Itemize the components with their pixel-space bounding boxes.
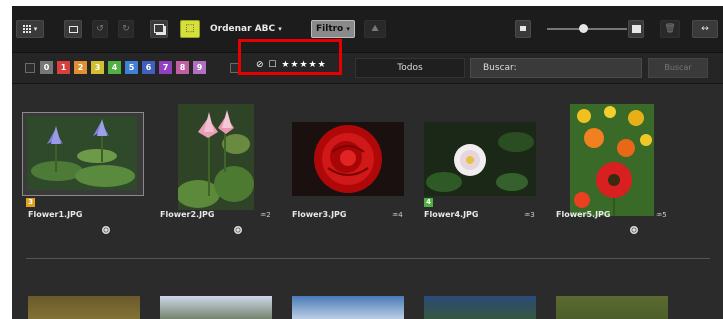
label-badge: 3 xyxy=(26,198,35,207)
thumbnail-cell-3[interactable]: Flower3.JPG ♒4 xyxy=(286,102,414,262)
rating-filter-checkbox[interactable] xyxy=(230,63,240,73)
file-name: Flower3.JPG xyxy=(292,210,347,219)
rose-image xyxy=(292,122,404,196)
label-filter-1[interactable]: 1 xyxy=(57,61,70,74)
rotate-left-icon: ↺ xyxy=(96,24,104,34)
label-filter-3[interactable]: 3 xyxy=(91,61,104,74)
chevron-down-icon: ▾ xyxy=(278,25,282,33)
waterlily-image xyxy=(27,116,137,190)
select-button[interactable]: ⬚ xyxy=(180,20,200,38)
compare-button[interactable] xyxy=(150,20,168,38)
file-name: Flower5.JPG xyxy=(556,210,611,219)
sort-menu[interactable]: Ordenar ABC ▾ xyxy=(210,20,282,38)
white-rose-image xyxy=(424,122,536,196)
search-button[interactable]: Buscar xyxy=(648,58,708,78)
rating-filter[interactable]: ⊘ ☐ ★★★★★ xyxy=(256,60,327,74)
filter-button[interactable]: Filtro ▾ xyxy=(311,20,355,38)
label-filter-9[interactable]: 9 xyxy=(193,61,206,74)
photo-flower5 xyxy=(570,104,654,216)
upload-icon: ⛰ xyxy=(371,24,379,34)
label-filter-8[interactable]: 8 xyxy=(176,61,189,74)
large-thumbnail-button[interactable] xyxy=(628,20,644,38)
file-name: Flower4.JPG xyxy=(424,210,479,219)
photo-flower2 xyxy=(178,104,254,210)
thumbnail-partial-3[interactable] xyxy=(292,296,404,319)
delete-button[interactable]: 🗑 xyxy=(660,20,680,38)
compare-icon xyxy=(154,24,164,33)
app-window: ▾ ↺ ↻ ⬚ Ordenar ABC ▾ Filtro ▾ ⛰ 🗑 ↔ 0 1… xyxy=(12,6,723,319)
main-toolbar: ▾ ↺ ↻ ⬚ Ordenar ABC ▾ Filtro ▾ ⛰ 🗑 ↔ xyxy=(12,6,723,53)
thumbnail-partial-4[interactable] xyxy=(424,296,536,319)
label-filter-2[interactable]: 2 xyxy=(74,61,87,74)
rating-stars: ⊘ ☐ ★★★★★ xyxy=(256,60,327,70)
processing-icon xyxy=(630,226,638,234)
upload-button[interactable]: ⛰ xyxy=(364,20,386,38)
rotate-right-button[interactable]: ↻ xyxy=(118,20,134,38)
rotate-right-icon: ↻ xyxy=(122,24,130,34)
trash-icon: 🗑 xyxy=(664,24,676,34)
sort-label: Ordenar ABC xyxy=(210,24,276,34)
search-input[interactable]: Buscar: xyxy=(470,58,642,78)
poppies-image xyxy=(570,104,654,216)
small-thumb-icon xyxy=(520,26,526,31)
photo-flower4 xyxy=(424,122,536,196)
slider-knob[interactable] xyxy=(579,24,588,33)
label-filter-checkbox[interactable] xyxy=(25,63,35,73)
select-icon: ⬚ xyxy=(185,23,195,34)
file-name: Flower1.JPG xyxy=(28,210,83,219)
rotate-left-button[interactable]: ↺ xyxy=(92,20,108,38)
photo-number: ♒3 xyxy=(524,211,535,219)
photo-flower1 xyxy=(27,116,137,190)
swap-icon: ↔ xyxy=(701,24,709,34)
label-filter-5[interactable]: 5 xyxy=(125,61,138,74)
lotus-image xyxy=(178,104,254,210)
thumbnail-partial-1[interactable] xyxy=(28,296,140,319)
row-divider xyxy=(26,258,710,259)
swap-button[interactable]: ↔ xyxy=(692,20,718,38)
filter-label: Filtro xyxy=(316,24,344,34)
large-thumb-icon xyxy=(631,25,641,33)
thumbnail-partial-5[interactable] xyxy=(556,296,668,319)
thumbnail-cell-2[interactable]: Flower2.JPG ♒2 xyxy=(154,102,282,262)
label-filter-0[interactable]: 0 xyxy=(40,61,53,74)
dropdown-arrow-icon: ▾ xyxy=(33,25,38,33)
label-filter-6[interactable]: 6 xyxy=(142,61,155,74)
label-filter-7[interactable]: 7 xyxy=(159,61,172,74)
rating-all-button[interactable]: Todos xyxy=(355,58,465,78)
label-filter-4[interactable]: 4 xyxy=(108,61,121,74)
chevron-down-icon: ▾ xyxy=(346,25,350,33)
small-thumbnail-button[interactable] xyxy=(515,20,531,38)
thumbnail-partial-2[interactable] xyxy=(160,296,272,319)
processing-icon xyxy=(234,226,242,234)
photo-number: ♒2 xyxy=(260,211,271,219)
photo-number: ♒4 xyxy=(392,211,403,219)
thumbnail-cell-5[interactable]: Flower5.JPG ♒5 xyxy=(550,102,678,262)
single-view-button[interactable] xyxy=(64,20,82,38)
view-mode-button[interactable]: ▾ xyxy=(16,20,44,38)
photo-flower3 xyxy=(292,122,404,196)
photo-number: ♒5 xyxy=(656,211,667,219)
single-view-icon xyxy=(68,26,78,33)
processing-icon xyxy=(102,226,110,234)
label-badge: 4 xyxy=(424,198,433,207)
thumbnail-cell-4[interactable]: 4 Flower4.JPG ♒3 xyxy=(418,102,546,262)
file-name: Flower2.JPG xyxy=(160,210,215,219)
grid-view-icon xyxy=(22,25,32,33)
thumbnail-cell-1[interactable]: 3 Flower1.JPG xyxy=(22,102,150,262)
